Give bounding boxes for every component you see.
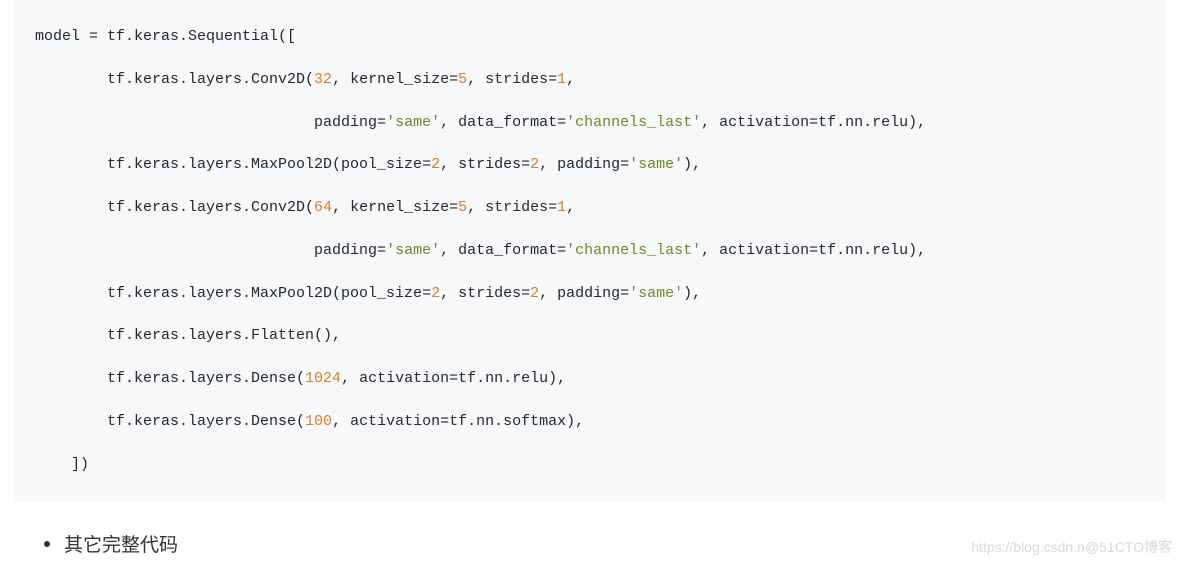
bullet-icon bbox=[44, 541, 50, 547]
code-line-4: tf.keras.layers.MaxPool2D(pool_size=2, s… bbox=[35, 156, 701, 173]
code-line-7: tf.keras.layers.MaxPool2D(pool_size=2, s… bbox=[35, 285, 701, 302]
code-line-10: tf.keras.layers.Dense(100, activation=tf… bbox=[35, 413, 584, 430]
bullet-text: 其它完整代码 bbox=[64, 530, 178, 557]
code-line-6: padding='same', data_format='channels_la… bbox=[35, 242, 926, 259]
watermark: https://blog.csdn.n@51CTO博客 bbox=[971, 537, 1172, 557]
watermark-right: @51CTO博客 bbox=[1085, 539, 1172, 555]
code-line-2: tf.keras.layers.Conv2D(32, kernel_size=5… bbox=[35, 71, 575, 88]
code-line-11: ]) bbox=[35, 456, 89, 473]
code-line-9: tf.keras.layers.Dense(1024, activation=t… bbox=[35, 370, 566, 387]
code-line-3: padding='same', data_format='channels_la… bbox=[35, 114, 926, 131]
code-line-8: tf.keras.layers.Flatten(), bbox=[35, 327, 341, 344]
code-line-5: tf.keras.layers.Conv2D(64, kernel_size=5… bbox=[35, 199, 575, 216]
code-block: model = tf.keras.Sequential([ tf.keras.l… bbox=[15, 0, 1165, 502]
code-line-1: model = tf.keras.Sequential([ bbox=[35, 28, 296, 45]
watermark-left: https://blog.csdn.n bbox=[971, 539, 1085, 555]
